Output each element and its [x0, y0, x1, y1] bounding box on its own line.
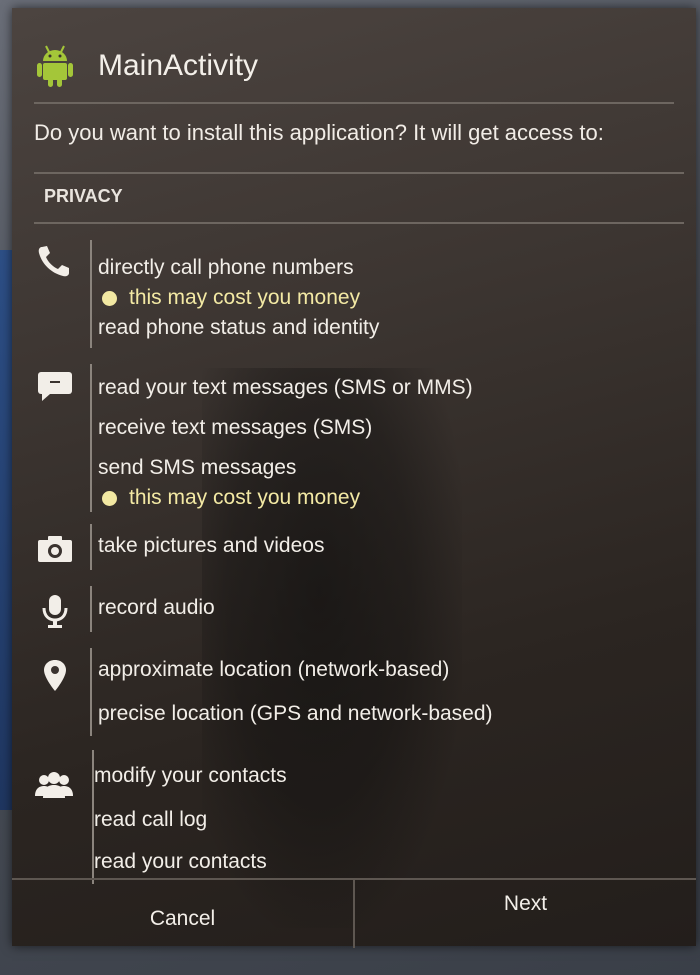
permission-group-location: approximate location (network-based) pre… — [36, 648, 656, 738]
permission-item: receive text messages (SMS) — [98, 416, 373, 439]
group-vertical-line — [90, 240, 92, 348]
microphone-icon — [36, 594, 74, 628]
contacts-icon — [34, 768, 73, 802]
permission-group-microphone: record audio — [36, 586, 636, 636]
phone-icon — [36, 244, 74, 278]
section-label-privacy: PRIVACY — [44, 186, 123, 206]
group-vertical-line — [90, 524, 92, 570]
permission-item: record audio — [98, 596, 215, 619]
permission-group-camera: take pictures and videos — [36, 524, 636, 574]
group-vertical-line — [90, 586, 92, 632]
permission-item: approximate location (network-based) — [98, 658, 450, 681]
message-icon — [36, 368, 74, 402]
permission-group-phone: directly call phone numbers this may cos… — [36, 240, 636, 350]
cancel-button[interactable]: Cancel — [12, 880, 355, 948]
group-vertical-line — [90, 648, 92, 736]
permission-item: take pictures and videos — [98, 534, 325, 557]
cost-warning: this may cost you money — [102, 286, 360, 310]
permission-item: send SMS messages — [98, 456, 297, 479]
question-divider — [34, 172, 684, 174]
location-pin-icon — [36, 658, 74, 692]
permission-item: precise location (GPS and network-based) — [98, 702, 493, 725]
section-divider — [34, 222, 684, 224]
warning-dot-icon — [102, 490, 117, 506]
cost-warning: this may cost you money — [102, 486, 360, 510]
dialog-header: MainActivity — [36, 36, 258, 96]
group-vertical-line — [90, 364, 92, 512]
permission-item: directly call phone numbers — [98, 256, 354, 279]
camera-icon — [36, 532, 74, 566]
permission-item: read call log — [94, 808, 208, 831]
android-robot-icon — [36, 44, 74, 88]
install-dialog: MainActivity Do you want to install this… — [12, 8, 696, 946]
warning-dot-icon — [102, 290, 117, 306]
warning-text: this may cost you money — [129, 486, 361, 509]
permission-item: read phone status and identity — [98, 316, 380, 339]
dialog-button-bar: Cancel Next — [12, 878, 696, 948]
permission-item: read your contacts — [94, 850, 267, 873]
background-window-edge — [0, 250, 12, 810]
warning-text: this may cost you money — [129, 286, 361, 309]
header-divider — [34, 102, 674, 104]
permission-item: modify your contacts — [94, 764, 287, 787]
next-button[interactable]: Next — [355, 880, 696, 948]
dialog-title: MainActivity — [98, 49, 259, 82]
permission-group-messages: read your text messages (SMS or MMS) rec… — [36, 364, 636, 514]
permission-group-contacts: modify your contacts read call log read … — [34, 750, 654, 888]
install-question: Do you want to install this application?… — [34, 120, 604, 145]
permission-item: read your text messages (SMS or MMS) — [98, 376, 473, 399]
